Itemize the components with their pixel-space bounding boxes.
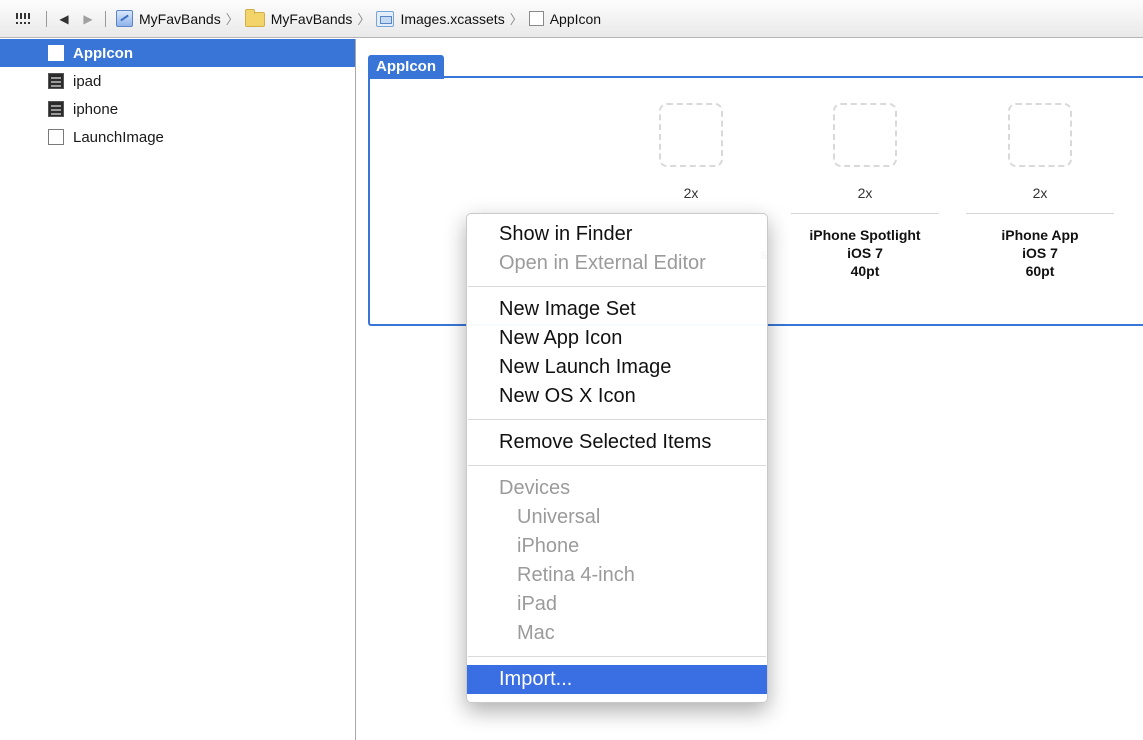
sidebar-item-label: AppIcon [73, 44, 133, 62]
project-icon [116, 10, 133, 27]
forward-arrow-icon[interactable]: ▶ [81, 12, 95, 26]
menu-separator [468, 656, 766, 657]
menu-item-new-app-icon[interactable]: New App Icon [467, 324, 767, 353]
menu-separator [468, 286, 766, 287]
breadcrumb-asset-catalog[interactable]: Images.xcassets 〉 [376, 9, 528, 28]
slot-caption-line: 60pt [1025, 263, 1055, 279]
slot-caption: iPhone Spotlight iOS 7 40pt [785, 226, 945, 280]
menu-item-show-in-finder[interactable]: Show in Finder [467, 220, 767, 249]
menu-item-device-iphone: iPhone [517, 535, 580, 557]
breadcrumb-label: AppIcon [549, 10, 602, 27]
breadcrumb-label: MyFavBands [270, 10, 353, 27]
empty-image-well[interactable] [833, 103, 897, 167]
chevron-right-icon: 〉 [509, 12, 523, 27]
slot-caption-line: iOS 7 [1022, 245, 1058, 261]
icon-slot[interactable]: 2x iPhone Spotlight iOS 7 40pt [785, 103, 945, 280]
folder-icon [244, 9, 265, 27]
menu-section-devices: Devices [499, 477, 571, 499]
menu-separator [468, 465, 766, 466]
sidebar-item-label: iphone [73, 100, 119, 118]
jump-bar: ◀ ▶ MyFavBands 〉 MyFavBands 〉 Images.xca… [0, 0, 1143, 38]
menu-item-device-retina-4-inch: Retina 4-inch [517, 564, 635, 586]
menu-item-import[interactable]: Import... [467, 665, 767, 694]
menu-item-device-ipad: iPad [517, 593, 558, 615]
slot-scale-label: 2x [1032, 185, 1048, 201]
slot-scale-label: 2x [857, 185, 873, 201]
breadcrumb-project[interactable]: MyFavBands 〉 [116, 9, 245, 28]
menu-item-device-universal: Universal [517, 506, 601, 528]
slot-divider [791, 213, 939, 214]
slot-caption-line: 40pt [850, 263, 880, 279]
slot-scale-label: 2x [683, 185, 699, 201]
slot-caption-line: iOS 7 [847, 245, 883, 261]
related-items-grid-icon[interactable] [16, 12, 30, 25]
asset-catalog-icon [376, 10, 395, 27]
sidebar-item-iphone[interactable]: iphone [0, 95, 355, 123]
menu-item-open-in-external-editor: Open in External Editor [499, 252, 706, 274]
sidebar-item-launchimage[interactable]: LaunchImage [0, 123, 355, 151]
image-set-icon [48, 101, 64, 117]
chevron-right-icon: 〉 [357, 12, 371, 27]
sidebar-item-label: LaunchImage [73, 128, 164, 146]
slot-caption-line: iPhone Spotlight [809, 227, 921, 243]
launch-image-icon [48, 129, 64, 145]
menu-item-new-osx-icon[interactable]: New OS X Icon [467, 382, 767, 411]
toolbar-divider [105, 10, 106, 27]
empty-image-well[interactable] [659, 103, 723, 167]
menu-item-remove-selected-items[interactable]: Remove Selected Items [467, 428, 767, 457]
context-menu: Show in Finder Open in External Editor N… [466, 213, 768, 703]
sidebar-item-ipad[interactable]: ipad [0, 67, 355, 95]
asset-list-sidebar: AppIcon ipad iphone LaunchImage [0, 39, 356, 740]
image-set-icon [48, 73, 64, 89]
breadcrumb-label: Images.xcassets [400, 10, 505, 27]
breadcrumb-label: MyFavBands [139, 10, 221, 27]
slot-caption: iPhone App iOS 7 60pt [960, 226, 1120, 280]
icon-slot[interactable]: 2x [611, 103, 771, 226]
chevron-right-icon: 〉 [225, 12, 239, 27]
slot-caption-line: iPhone App [1001, 227, 1079, 243]
image-set-icon [528, 11, 544, 26]
breadcrumb-group[interactable]: MyFavBands 〉 [244, 9, 377, 28]
breadcrumb-image-set[interactable]: AppIcon [528, 10, 602, 27]
sidebar-item-appicon[interactable]: AppIcon [0, 39, 355, 67]
toolbar-divider [46, 10, 47, 27]
menu-item-device-mac: Mac [517, 622, 555, 644]
menu-item-new-image-set[interactable]: New Image Set [467, 295, 767, 324]
back-arrow-icon[interactable]: ◀ [57, 12, 71, 26]
app-icon-set-icon [48, 45, 64, 61]
slot-divider [966, 213, 1114, 214]
icon-slot[interactable]: 2x iPhone App iOS 7 60pt [960, 103, 1120, 280]
empty-image-well[interactable] [1008, 103, 1072, 167]
sidebar-item-label: ipad [73, 72, 102, 90]
menu-separator [468, 419, 766, 420]
menu-item-new-launch-image[interactable]: New Launch Image [467, 353, 767, 382]
